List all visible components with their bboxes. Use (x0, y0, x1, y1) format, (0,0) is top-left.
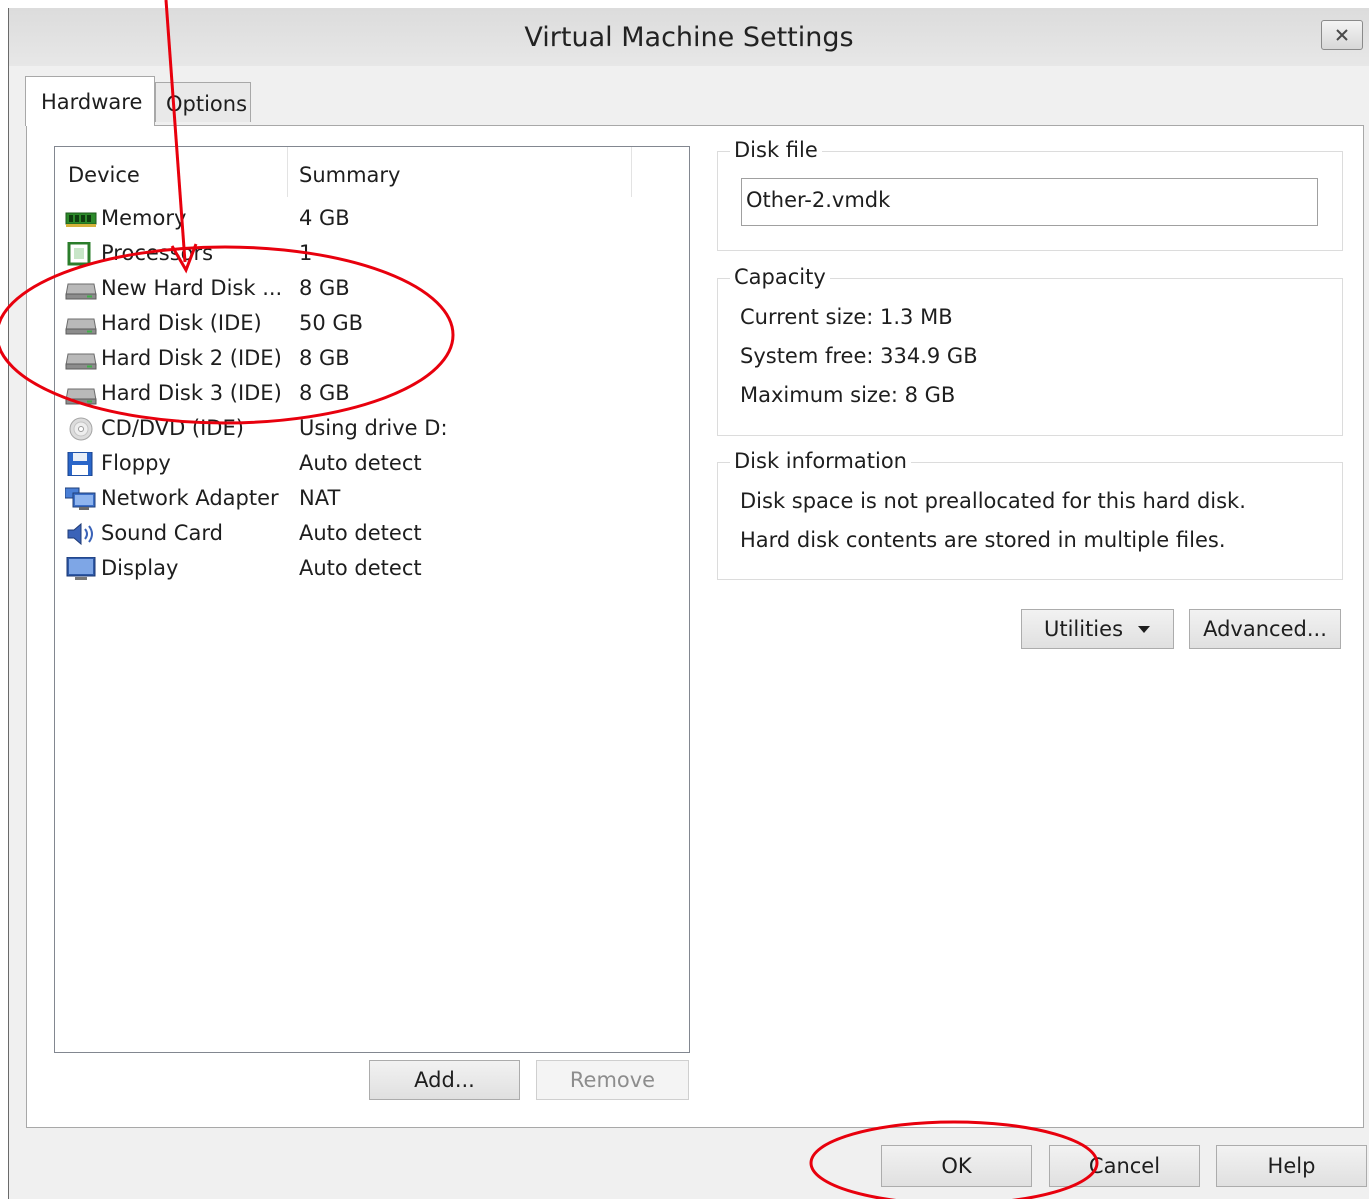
device-row-memory[interactable]: Memory 4 GB (63, 201, 685, 236)
device-summary: Auto detect (299, 451, 422, 475)
device-summary: 50 GB (299, 311, 364, 335)
device-name: Memory (101, 206, 187, 230)
utilities-label: Utilities (1043, 617, 1124, 641)
device-list[interactable]: Device Summary Memory 4 GB Processors 1 … (54, 146, 690, 1053)
vm-settings-dialog: Virtual Machine Settings Hardware Option… (8, 8, 1369, 1199)
disk-file-legend: Disk file (730, 138, 822, 162)
system-free-text: System free: 334.9 GB (740, 344, 978, 368)
device-row-hard-disk-2-ide[interactable]: Hard Disk 2 (IDE) 8 GB (63, 341, 685, 376)
device-row-processors[interactable]: Processors 1 (63, 236, 685, 271)
list-header: Device Summary (55, 147, 689, 197)
device-row-floppy[interactable]: Floppy Auto detect (63, 446, 685, 481)
ok-button[interactable]: OK (881, 1145, 1032, 1187)
disk-file-field[interactable]: Other-2.vmdk (741, 178, 1318, 226)
device-row-cd-dvd[interactable]: CD/DVD (IDE) Using drive D: (63, 411, 685, 446)
device-summary: 4 GB (299, 206, 350, 230)
column-header-device[interactable]: Device (68, 163, 140, 187)
processor-icon (67, 242, 91, 266)
disk-info-line-2: Hard disk contents are stored in multipl… (740, 528, 1226, 552)
sound-card-icon (67, 522, 93, 546)
hard-disk-icon (65, 353, 97, 370)
device-summary: Using drive D: (299, 416, 448, 440)
capacity-legend: Capacity (730, 265, 830, 289)
capacity-group: Capacity Current size: 1.3 MB System fre… (717, 265, 1343, 436)
disk-file-group: Disk file Other-2.vmdk (717, 138, 1343, 251)
device-name: Sound Card (101, 521, 223, 545)
remove-device-button[interactable]: Remove (536, 1060, 689, 1100)
window-title: Virtual Machine Settings (524, 22, 854, 53)
device-row-display[interactable]: Display Auto detect (63, 551, 685, 586)
floppy-icon (67, 452, 93, 476)
device-row-hard-disk-ide[interactable]: Hard Disk (IDE) 50 GB (63, 306, 685, 341)
device-row-hard-disk-3-ide[interactable]: Hard Disk 3 (IDE) 8 GB (63, 376, 685, 411)
hard-disk-icon (65, 318, 97, 335)
memory-icon (65, 212, 97, 227)
disk-information-legend: Disk information (730, 449, 911, 473)
current-size-text: Current size: 1.3 MB (740, 305, 953, 329)
device-name: New Hard Disk ... (101, 276, 283, 300)
device-summary: Auto detect (299, 521, 422, 545)
device-summary: 1 (299, 241, 313, 265)
close-icon (1336, 29, 1348, 41)
maximum-size-text: Maximum size: 8 GB (740, 383, 956, 407)
device-summary: NAT (299, 486, 341, 510)
cancel-button[interactable]: Cancel (1049, 1145, 1200, 1187)
help-button[interactable]: Help (1216, 1145, 1367, 1187)
device-row-network-adapter[interactable]: Network Adapter NAT (63, 481, 685, 516)
tab-options[interactable]: Options (155, 82, 251, 122)
network-adapter-icon (65, 487, 96, 510)
cd-dvd-icon (69, 417, 93, 441)
device-summary: Auto detect (299, 556, 422, 580)
hard-disk-icon (65, 388, 97, 405)
dropdown-arrow-icon (1138, 626, 1151, 633)
device-summary: 8 GB (299, 346, 350, 370)
disk-information-group: Disk information Disk space is not preal… (717, 449, 1343, 580)
device-name: Processors (101, 241, 214, 265)
advanced-button[interactable]: Advanced... (1189, 609, 1341, 649)
tab-hardware[interactable]: Hardware (25, 76, 155, 126)
device-name: Display (101, 556, 179, 580)
device-name: Hard Disk 3 (IDE) (101, 381, 282, 405)
close-button[interactable] (1321, 20, 1363, 50)
device-name: Hard Disk 2 (IDE) (101, 346, 282, 370)
disk-info-line-1: Disk space is not preallocated for this … (740, 489, 1246, 513)
title-bar: Virtual Machine Settings (9, 8, 1369, 66)
device-name: Network Adapter (101, 486, 279, 510)
device-summary: 8 GB (299, 381, 350, 405)
add-device-button[interactable]: Add... (369, 1060, 520, 1100)
device-name: Hard Disk (IDE) (101, 311, 262, 335)
utilities-button[interactable]: Utilities (1021, 609, 1174, 649)
device-name: Floppy (101, 451, 171, 475)
device-name: CD/DVD (IDE) (101, 416, 244, 440)
device-row-new-hard-disk[interactable]: New Hard Disk ... 8 GB (63, 271, 685, 306)
device-summary: 8 GB (299, 276, 350, 300)
device-row-sound-card[interactable]: Sound Card Auto detect (63, 516, 685, 551)
column-header-summary[interactable]: Summary (299, 163, 400, 187)
display-icon (66, 557, 96, 580)
hard-disk-icon (65, 283, 97, 300)
